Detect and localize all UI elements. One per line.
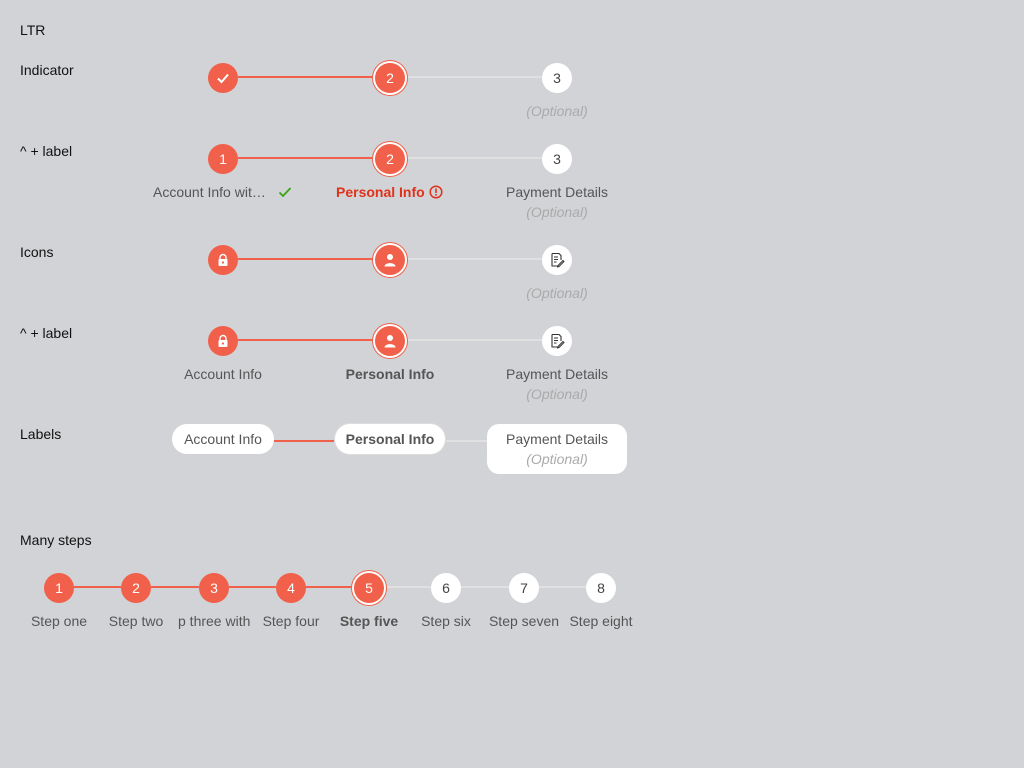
step-4-indicator[interactable]: 4 xyxy=(276,573,306,603)
step-1-indicator[interactable] xyxy=(208,63,238,93)
connector-line xyxy=(238,258,374,260)
lock-icon xyxy=(218,334,228,347)
step-3-indicator[interactable]: 3 xyxy=(542,144,572,174)
connector-line xyxy=(229,586,276,588)
edit-icon xyxy=(551,333,565,349)
step-2-indicator[interactable] xyxy=(375,326,405,356)
step-1-indicator[interactable] xyxy=(208,326,238,356)
connector-line xyxy=(306,586,354,588)
step-2-label[interactable]: Personal Info xyxy=(336,184,425,200)
connector-line xyxy=(406,76,542,78)
step-1-label[interactable]: Account Info xyxy=(163,366,283,382)
connector-line xyxy=(406,157,542,159)
step-number: 8 xyxy=(597,580,605,596)
user-icon xyxy=(384,335,396,348)
step-3-indicator[interactable] xyxy=(542,245,572,275)
step-number: 4 xyxy=(287,580,295,596)
step-number: 3 xyxy=(553,70,561,86)
step-1-label-text: Account Info wit… xyxy=(153,184,266,200)
step-3-optional: (Optional) xyxy=(526,386,588,402)
connector-line xyxy=(461,586,509,588)
step-number: 1 xyxy=(55,580,63,596)
step-number: 6 xyxy=(442,580,450,596)
step-number: 3 xyxy=(553,151,561,167)
step-1-indicator[interactable] xyxy=(208,245,238,275)
step-3-optional: (Optional) xyxy=(526,204,588,220)
connector-line xyxy=(384,586,431,588)
step-number: 3 xyxy=(210,580,218,596)
step-number: 2 xyxy=(132,580,140,596)
step-2-indicator[interactable] xyxy=(375,245,405,275)
connector-line xyxy=(274,440,334,442)
step-2-indicator[interactable]: 2 xyxy=(375,63,405,93)
step-2-label-text: Personal Info xyxy=(336,184,425,200)
connector-line xyxy=(238,339,374,341)
step-2-label: Personal Info xyxy=(345,431,435,447)
step-3-indicator[interactable]: 3 xyxy=(542,63,572,93)
connector-line xyxy=(238,157,374,159)
step-3-label: Payment Details xyxy=(506,431,608,447)
row-label-icons: Icons xyxy=(20,244,54,260)
step-1-pill[interactable]: Account Info xyxy=(172,424,274,454)
step-5-indicator[interactable]: 5 xyxy=(354,573,384,603)
step-3-pill[interactable]: Payment Details (Optional) xyxy=(487,424,627,474)
step-1-label[interactable]: Step one xyxy=(23,613,95,629)
step-4-label[interactable]: Step four xyxy=(255,613,327,629)
step-1-label: Account Info xyxy=(184,431,262,447)
step-number: 5 xyxy=(365,580,373,596)
step-number: 1 xyxy=(219,151,227,167)
step-7-indicator[interactable]: 7 xyxy=(509,573,539,603)
step-6-label[interactable]: Step six xyxy=(410,613,482,629)
step-3-optional: (Optional) xyxy=(526,103,588,119)
step-3-optional: (Optional) xyxy=(526,451,588,467)
step-3-indicator[interactable] xyxy=(542,326,572,356)
step-3-label[interactable]: Payment Details xyxy=(497,366,617,382)
lock-icon xyxy=(218,253,228,266)
row-label-indicator: Indicator xyxy=(20,62,74,78)
step-8-indicator[interactable]: 8 xyxy=(586,573,616,603)
step-7-label[interactable]: Step seven xyxy=(488,613,560,629)
step-1-indicator[interactable]: 1 xyxy=(208,144,238,174)
step-2-indicator[interactable]: 2 xyxy=(121,573,151,603)
step-2-label[interactable]: Step two xyxy=(100,613,172,629)
step-1-indicator[interactable]: 1 xyxy=(44,573,74,603)
step-8-label[interactable]: Step eight xyxy=(565,613,637,629)
step-6-indicator[interactable]: 6 xyxy=(431,573,461,603)
step-2-pill[interactable]: Personal Info xyxy=(335,424,445,454)
step-3-label[interactable]: Payment Details xyxy=(497,184,617,200)
user-icon xyxy=(384,254,396,267)
edit-icon xyxy=(551,252,565,268)
connector-line xyxy=(74,586,121,588)
connector-line xyxy=(238,76,374,78)
row-label-icons-label: ^ + label xyxy=(20,325,73,341)
row-label-indicator-label: ^ + label xyxy=(20,143,73,159)
step-number: 2 xyxy=(386,151,394,167)
connector-line xyxy=(406,258,542,260)
connector-line xyxy=(539,586,586,588)
step-5-label[interactable]: Step five xyxy=(333,613,405,629)
step-number: 2 xyxy=(386,70,394,86)
step-2-label[interactable]: Personal Info xyxy=(330,366,450,382)
step-3-optional: (Optional) xyxy=(526,285,588,301)
step-3-label[interactable]: p three with ¢ xyxy=(178,613,250,629)
many-steps-title: Many steps xyxy=(20,532,92,548)
step-3-indicator[interactable]: 3 xyxy=(199,573,229,603)
step-2-indicator[interactable]: 2 xyxy=(375,144,405,174)
step-1-label[interactable]: Account Info wit… xyxy=(153,184,266,200)
connector-line xyxy=(446,440,488,442)
section-title: LTR xyxy=(20,22,46,38)
check-icon xyxy=(217,73,229,84)
connector-line xyxy=(151,586,199,588)
row-label-labels: Labels xyxy=(20,426,62,442)
check-icon xyxy=(278,187,292,198)
step-number: 7 xyxy=(520,580,528,596)
error-icon xyxy=(429,185,443,199)
connector-line xyxy=(406,339,542,341)
